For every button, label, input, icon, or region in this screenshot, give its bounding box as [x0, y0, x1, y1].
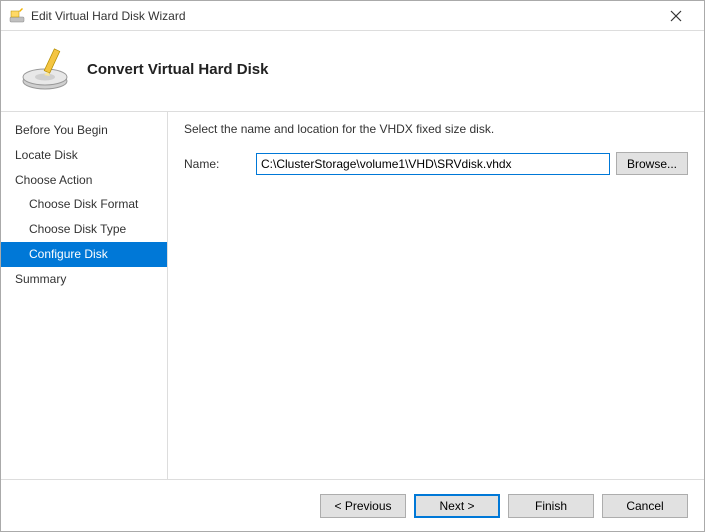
page-title: Convert Virtual Hard Disk: [87, 61, 268, 78]
hard-disk-icon: [21, 45, 69, 93]
next-button[interactable]: Next >: [414, 494, 500, 518]
sidebar-item-choose-disk-format[interactable]: Choose Disk Format: [1, 192, 167, 217]
previous-button[interactable]: < Previous: [320, 494, 406, 518]
window-title: Edit Virtual Hard Disk Wizard: [31, 9, 656, 23]
instruction-text: Select the name and location for the VHD…: [184, 122, 688, 136]
name-input[interactable]: [256, 153, 610, 175]
sidebar-item-summary[interactable]: Summary: [1, 267, 167, 292]
sidebar-item-locate-disk[interactable]: Locate Disk: [1, 143, 167, 168]
main-panel: Select the name and location for the VHD…: [168, 112, 704, 504]
app-icon: [9, 8, 25, 24]
wizard-footer: < Previous Next > Finish Cancel: [1, 479, 704, 531]
name-row: Name: Browse...: [184, 152, 688, 175]
wizard-steps-sidebar: Before You BeginLocate DiskChoose Action…: [1, 112, 167, 504]
sidebar-item-choose-action[interactable]: Choose Action: [1, 168, 167, 193]
close-button[interactable]: [656, 1, 696, 30]
cancel-button[interactable]: Cancel: [602, 494, 688, 518]
content-area: Before You BeginLocate DiskChoose Action…: [1, 112, 704, 504]
titlebar: Edit Virtual Hard Disk Wizard: [1, 1, 704, 31]
close-icon: [670, 10, 682, 22]
sidebar-item-before-you-begin[interactable]: Before You Begin: [1, 118, 167, 143]
browse-button[interactable]: Browse...: [616, 152, 688, 175]
sidebar-item-choose-disk-type[interactable]: Choose Disk Type: [1, 217, 167, 242]
sidebar-item-configure-disk[interactable]: Configure Disk: [1, 242, 167, 267]
name-label: Name:: [184, 157, 250, 171]
finish-button[interactable]: Finish: [508, 494, 594, 518]
wizard-header: Convert Virtual Hard Disk: [1, 31, 704, 111]
